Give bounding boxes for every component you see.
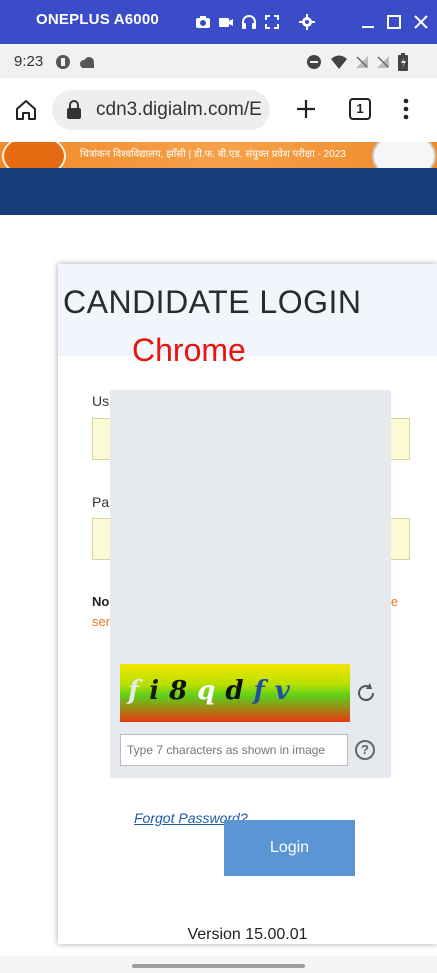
battery-icon bbox=[398, 53, 408, 76]
camera-icon[interactable] bbox=[195, 14, 211, 30]
username-label: Us bbox=[92, 393, 110, 409]
captcha-char: q bbox=[197, 676, 216, 706]
home-icon[interactable] bbox=[14, 98, 38, 127]
status-time: 9:23 bbox=[14, 53, 44, 70]
banner-text: चित्रांकन विश्वविद्यालय, झाँसी | डी.फ. ब… bbox=[80, 149, 346, 160]
window-titlebar: ONEPLUS A6000 bbox=[0, 0, 437, 44]
browser-toolbar: cdn3.digialm.com/E 1 bbox=[0, 78, 437, 142]
window-title: ONEPLUS A6000 bbox=[36, 11, 159, 28]
captcha-image: fi8qdfv bbox=[120, 664, 350, 722]
site-navbar bbox=[0, 168, 437, 215]
site-banner: चित्रांकन विश्वविद्यालय, झाँसी | डी.फ. ब… bbox=[0, 142, 437, 168]
fullscreen-icon[interactable] bbox=[264, 14, 280, 30]
captcha-char: d bbox=[225, 676, 244, 706]
cloud-icon bbox=[78, 56, 96, 74]
note-text-2: ser bbox=[92, 614, 111, 629]
captcha-char: 8 bbox=[169, 676, 188, 706]
help-icon[interactable]: ? bbox=[355, 740, 375, 760]
emblem-logo bbox=[372, 142, 436, 168]
signal-off-icon-2 bbox=[375, 54, 391, 75]
captcha-characters: fi8qdfv bbox=[120, 676, 350, 706]
captcha-char: v bbox=[274, 676, 290, 706]
chrome-overlay-label: Chrome bbox=[132, 332, 246, 368]
version-text: Version 15.00.01 bbox=[187, 926, 308, 943]
more-menu-icon[interactable] bbox=[400, 97, 412, 126]
status-bar: 9:23 bbox=[0, 44, 437, 78]
wifi-icon bbox=[330, 54, 348, 75]
new-tab-icon[interactable] bbox=[294, 97, 318, 126]
app-notification-icon bbox=[55, 54, 71, 75]
headphones-icon[interactable] bbox=[241, 14, 257, 30]
note-text: No bbox=[92, 594, 110, 609]
signal-off-icon-1 bbox=[354, 54, 370, 75]
video-icon[interactable] bbox=[218, 14, 234, 30]
tab-switcher-button[interactable]: 1 bbox=[349, 98, 371, 120]
minimize-icon[interactable] bbox=[360, 14, 376, 30]
address-bar[interactable]: cdn3.digialm.com/E bbox=[52, 90, 270, 130]
gesture-handle[interactable] bbox=[132, 964, 305, 968]
refresh-captcha-icon[interactable] bbox=[355, 682, 377, 709]
do-not-disturb-icon bbox=[306, 54, 322, 75]
maximize-icon[interactable] bbox=[386, 14, 402, 30]
lock-icon[interactable] bbox=[66, 100, 82, 125]
captcha-char: f bbox=[128, 676, 140, 706]
captcha-char: i bbox=[149, 676, 160, 706]
gesture-bar bbox=[0, 956, 437, 973]
url-text[interactable]: cdn3.digialm.com/E bbox=[96, 99, 262, 121]
university-logo bbox=[2, 142, 66, 168]
login-card-header: CANDIDATE LOGIN bbox=[58, 264, 437, 356]
login-button[interactable]: Login bbox=[224, 820, 355, 876]
page-title: CANDIDATE LOGIN bbox=[63, 284, 362, 320]
password-label: Pa bbox=[92, 494, 110, 510]
captcha-overlay: fi8qdfv ? bbox=[110, 390, 391, 778]
gear-icon[interactable] bbox=[299, 14, 315, 30]
captcha-char: f bbox=[253, 676, 265, 706]
close-icon[interactable] bbox=[413, 14, 429, 30]
captcha-input[interactable] bbox=[120, 734, 348, 766]
